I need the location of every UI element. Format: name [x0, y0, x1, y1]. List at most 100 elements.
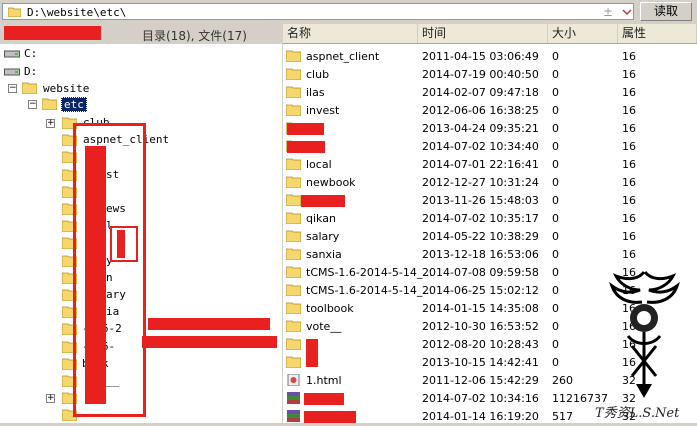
- folder-icon: [22, 82, 37, 94]
- tree-drive-d[interactable]: D:: [24, 65, 37, 78]
- folder-icon: [286, 248, 301, 260]
- file-attr: 16: [622, 194, 636, 207]
- redaction-block: [85, 146, 106, 404]
- file-time: 2014-01-14 16:19:20: [422, 410, 539, 423]
- file-row[interactable]: 2013-04-24 09:35:21 0 16: [283, 120, 697, 138]
- file-size: 0: [552, 86, 559, 99]
- file-attr: 16: [622, 68, 636, 81]
- folder-icon: [286, 338, 301, 350]
- html-file-icon: [287, 374, 300, 386]
- file-size: 0: [552, 284, 559, 297]
- folder-icon: [286, 320, 301, 332]
- file-time: 2014-07-19 00:40:50: [422, 68, 539, 81]
- file-row[interactable]: 2014-07-02 10:34:40 0 16: [283, 138, 697, 156]
- file-attr: 16: [622, 230, 636, 243]
- chevron-down-icon[interactable]: [622, 7, 632, 17]
- folder-icon: [286, 158, 301, 170]
- file-list-header: 名称 时间 大小 属性: [283, 24, 697, 44]
- file-time: 2014-07-02 10:34:40: [422, 140, 539, 153]
- status-text: 目录(18), 文件(17): [142, 29, 247, 43]
- file-size: 0: [552, 212, 559, 225]
- file-time: 2014-07-08 09:59:58: [422, 266, 539, 279]
- column-size[interactable]: 大小: [548, 24, 618, 43]
- path-text: D:\website\etc\: [27, 6, 127, 19]
- file-attr: 16: [622, 86, 636, 99]
- file-attr: 16: [622, 158, 636, 171]
- file-time: 2012-10-30 16:53:52: [422, 320, 539, 333]
- file-time: 2014-02-07 09:47:18: [422, 86, 539, 99]
- file-row[interactable]: aspnet_client 2011-04-15 03:06:49 0 16: [283, 48, 697, 66]
- file-row[interactable]: club 2014-07-19 00:40:50 0 16: [283, 66, 697, 84]
- file-size: 0: [552, 302, 559, 315]
- file-size: 0: [552, 320, 559, 333]
- file-attr: 16: [622, 104, 636, 117]
- file-time: 2013-11-26 15:48:03: [422, 194, 539, 207]
- expand-icon[interactable]: +: [46, 119, 55, 128]
- file-time: 2011-12-06 15:42:29: [422, 374, 539, 387]
- file-name: vote__: [306, 320, 342, 333]
- column-time[interactable]: 时间: [418, 24, 548, 43]
- folder-icon: [8, 7, 21, 17]
- file-name: invest: [306, 104, 340, 117]
- file-time: 2013-04-24 09:35:21: [422, 122, 539, 135]
- file-name: aspnet_client: [306, 50, 380, 63]
- file-time: 2014-07-01 22:16:41: [422, 158, 539, 171]
- file-row[interactable]: newbook 2012-12-27 10:31:24 0 16: [283, 174, 697, 192]
- file-name: 1.html: [306, 374, 342, 387]
- file-row[interactable]: invest 2012-06-06 16:38:25 0 16: [283, 102, 697, 120]
- read-button[interactable]: 读取: [640, 2, 692, 21]
- path-input[interactable]: D:\website\etc\ ±: [2, 3, 634, 20]
- column-name[interactable]: 名称: [283, 24, 418, 43]
- redaction-block: [304, 393, 344, 405]
- file-attr: 16: [622, 140, 636, 153]
- file-name: newbook: [306, 176, 356, 189]
- redaction-block: [304, 411, 356, 423]
- file-attr: 16: [622, 212, 636, 225]
- file-name: toolbook: [306, 302, 354, 315]
- tree-etc-selected[interactable]: etc: [61, 97, 87, 112]
- file-name: salary: [306, 230, 340, 243]
- file-row[interactable]: local 2014-07-01 22:16:41 0 16: [283, 156, 697, 174]
- path-bar: D:\website\etc\ ± 读取: [0, 0, 697, 24]
- file-size: 0: [552, 50, 559, 63]
- watermark-logo: [609, 270, 680, 398]
- file-name: tCMS-1.6-2014-5-14_...: [306, 266, 433, 279]
- folder-icon: [286, 266, 301, 278]
- file-time: 2013-10-15 14:42:41: [422, 356, 539, 369]
- file-time: 2014-07-02 10:35:17: [422, 212, 539, 225]
- file-size: 0: [552, 338, 559, 351]
- file-time: 2013-12-18 16:53:06: [422, 248, 539, 261]
- file-row[interactable]: salary 2014-05-22 10:38:29 0 16: [283, 228, 697, 246]
- file-row[interactable]: sanxia 2013-12-18 16:53:06 0 16: [283, 246, 697, 264]
- directory-tree: C: D: − website − etc + club aspnet_client…: [0, 44, 282, 423]
- column-attr[interactable]: 属性: [618, 24, 697, 43]
- history-toggle[interactable]: ±: [603, 5, 613, 19]
- folder-icon: [286, 284, 301, 296]
- file-name: tCMS-1.6-2014-5-14_...: [306, 284, 433, 297]
- tree-website[interactable]: website: [43, 82, 89, 95]
- redaction-block: [287, 141, 325, 153]
- file-attr: 16: [622, 50, 636, 63]
- file-size: 517: [552, 410, 573, 423]
- redaction-block: [148, 318, 270, 330]
- file-time: 2012-12-27 10:31:24: [422, 176, 539, 189]
- archive-file-icon: [287, 410, 300, 422]
- file-size: 0: [552, 68, 559, 81]
- file-time: 2014-01-15 14:35:08: [422, 302, 539, 315]
- file-size: 0: [552, 122, 559, 135]
- collapse-icon[interactable]: −: [28, 100, 37, 109]
- folder-icon: [286, 356, 301, 368]
- file-row[interactable]: 2013-11-26 15:48:03 0 16: [283, 192, 697, 210]
- file-size: 0: [552, 158, 559, 171]
- file-time: 2012-06-06 16:38:25: [422, 104, 539, 117]
- file-attr: 16: [622, 176, 636, 189]
- folder-icon: [286, 230, 301, 242]
- redaction-block: [301, 195, 345, 207]
- file-row[interactable]: ilas 2014-02-07 09:47:18 0 16: [283, 84, 697, 102]
- file-size: 0: [552, 104, 559, 117]
- collapse-icon[interactable]: −: [8, 84, 17, 93]
- file-row[interactable]: qikan 2014-07-02 10:35:17 0 16: [283, 210, 697, 228]
- expand-icon[interactable]: +: [46, 394, 55, 404]
- tree-drive-c[interactable]: C:: [24, 47, 37, 60]
- file-size: 0: [552, 356, 559, 369]
